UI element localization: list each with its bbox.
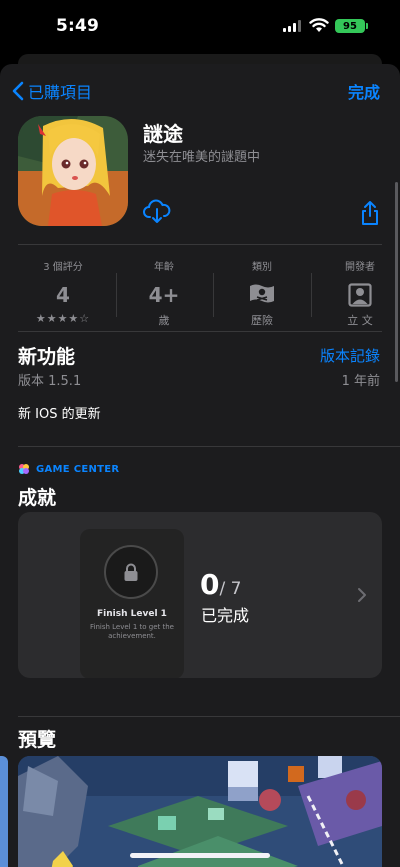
pirate-flag-icon [250,284,274,303]
category-icon-wrap [213,283,311,307]
app-detail-sheet: 已購項目 完成 謎途 迷失在唯美的謎題中 3 個評分 4 ★★★★☆ 年齡 4+… [0,64,400,867]
version-label: 版本 1.5.1 [18,374,82,389]
lock-icon [124,563,138,581]
home-indicator[interactable] [130,853,270,858]
version-history-link[interactable]: 版本記錄 [320,345,380,366]
person-icon [348,283,372,307]
developer-label: 開發者 [345,262,375,273]
age-value: 4+ [148,283,180,307]
game-center-label: GAME CENTER [36,463,120,475]
release-age: 1 年前 [341,374,380,389]
achievements-card[interactable]: Finish Level 1 Finish Level 1 to get the… [18,512,382,678]
battery-icon: 95 [335,19,368,33]
game-center-badge: GAME CENTER [18,463,119,475]
app-icon [18,116,128,226]
achievement-count: 0/ 7 [200,568,241,601]
developer-icon-wrap [311,283,400,307]
age-info: 年齡 4+ 歲 [115,251,213,331]
release-notes: 新 IOS 的更新 [18,407,101,422]
achievement-total: / 7 [219,579,242,599]
chevron-right-icon [358,588,366,602]
rating-stars: ★★★★☆ [35,312,91,325]
preview-title: 預覽 [18,729,57,751]
age-label: 年齡 [154,262,174,273]
category-value: 歷險 [251,314,273,327]
done-button[interactable]: 完成 [348,79,380,103]
scroll-indicator[interactable] [395,182,398,382]
achievement-lock-ring [104,545,158,599]
category-info[interactable]: 類別 歷險 [213,251,311,331]
divider [18,244,382,245]
wifi-icon [309,18,329,32]
achievement-status: 已完成 [201,606,250,625]
status-bar: 5:49 95 [0,0,400,54]
app-icon-artwork [18,116,128,226]
game-center-icon [19,464,29,474]
status-time: 5:49 [56,16,100,36]
preview-screenshot-prev[interactable] [0,756,8,867]
chevron-left-icon [12,81,24,101]
app-title: 謎途 [143,122,183,146]
preview-artwork [18,756,382,867]
share-icon[interactable] [358,200,382,226]
cloud-download-icon[interactable] [143,198,171,224]
achievement-description: Finish Level 1 to get the achievement. [90,623,174,640]
achievement-name: Finish Level 1 [97,609,167,619]
achievement-completed-count: 0 [200,568,220,601]
achievements-title: 成就 [18,487,57,509]
cellular-signal-icon [283,20,301,32]
developer-info[interactable]: 開發者 立 文 [311,251,400,331]
preview-screenshot[interactable] [18,756,382,867]
info-row: 3 個評分 4 ★★★★☆ 年齡 4+ 歲 類別 歷險 開發者 立 文 [0,251,400,331]
ratings-info[interactable]: 3 個評分 4 ★★★★☆ [14,251,112,331]
back-button[interactable]: 已購項目 [12,79,92,103]
whats-new-title: 新功能 [18,346,76,368]
divider [18,331,382,332]
ratings-label: 3 個評分 [43,262,83,273]
category-label: 類別 [252,262,272,273]
developer-value: 立 文 [347,314,373,327]
achievement-tile: Finish Level 1 Finish Level 1 to get the… [80,529,184,678]
divider [18,716,400,717]
age-unit: 歲 [158,314,170,327]
divider [18,446,400,447]
back-label: 已購項目 [28,83,93,102]
ratings-value: 4 [56,283,70,307]
nav-bar: 已購項目 完成 [0,64,400,114]
app-subtitle: 迷失在唯美的謎題中 [143,150,261,165]
